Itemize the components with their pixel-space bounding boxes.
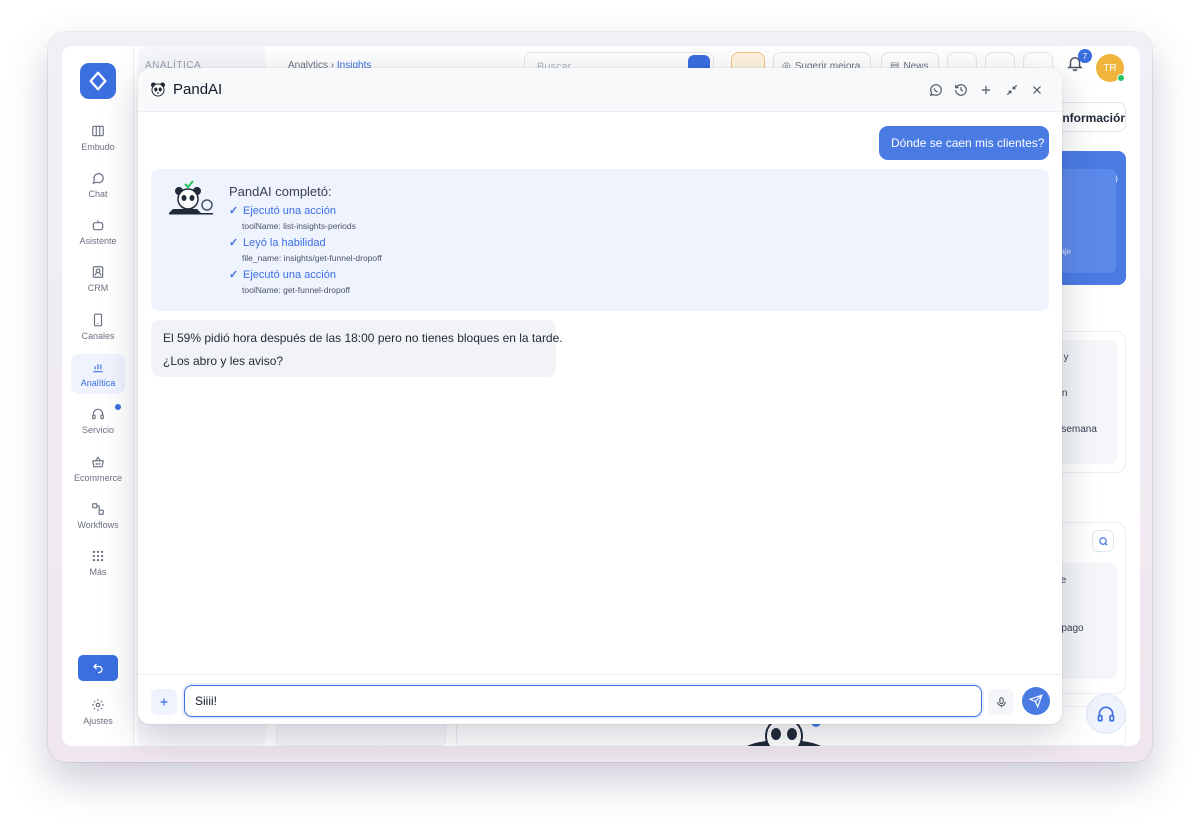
nav-label: Más: [89, 567, 107, 577]
bot-message-line: El 59% pidió hora después de las 18:00 p…: [163, 331, 563, 345]
close-button[interactable]: [1028, 81, 1046, 99]
nav-item-ajustes[interactable]: Ajustes: [71, 692, 125, 732]
attach-button[interactable]: [151, 689, 177, 715]
bot-message-line: ¿Los abro y les aviso?: [163, 354, 284, 368]
pandai-chat-window: PandAI Dónde se caen mis clientes? PandA…: [138, 68, 1062, 724]
info-button-label: Información: [1059, 111, 1126, 125]
nav-label: Chat: [88, 189, 108, 199]
basket-icon: [92, 456, 104, 468]
nav-item-chat[interactable]: Chat: [71, 165, 125, 205]
main-navigation: Embudo Chat Asistente CRM Canales Analít…: [62, 46, 134, 746]
headset-icon: [1097, 706, 1115, 722]
nav-item-ecommerce[interactable]: Ecommerce: [71, 449, 125, 489]
plus-icon: [160, 698, 168, 706]
gear-icon: [92, 699, 104, 711]
send-icon: [1029, 694, 1043, 708]
minimize-button[interactable]: [1003, 81, 1021, 99]
chat-bubble-icon: [92, 173, 104, 185]
workflow-icon: [92, 503, 104, 515]
insight-card: s, y ron a semana: [1052, 331, 1126, 473]
agent-activity-box: PandAI completó: ✓ Ejecutó una acción too…: [151, 169, 1049, 311]
logo-icon: [89, 71, 107, 91]
nav-item-workflows[interactable]: Workflows: [71, 496, 125, 536]
new-chat-button[interactable]: [977, 81, 995, 99]
nav-item-crm[interactable]: CRM: [71, 259, 125, 299]
bar-chart-icon: [93, 364, 103, 373]
history-icon: [955, 84, 967, 96]
agent-completed-title: PandAI completó:: [229, 184, 332, 199]
step-detail: toolName: get-funnel-dropoff: [242, 285, 351, 295]
message-composer: [138, 674, 1062, 724]
whatsapp-icon: [929, 84, 942, 97]
notification-dot: [115, 404, 121, 410]
microphone-icon: [996, 696, 1006, 707]
step-label: Ejecutó una acción: [243, 205, 336, 217]
nav-item-asistente[interactable]: Asistente: [71, 212, 125, 252]
notification-badge: 7: [1078, 49, 1092, 63]
chat-title: PandAI: [173, 81, 223, 98]
nav-label: Workflows: [77, 520, 119, 530]
whatsapp-button[interactable]: [927, 81, 945, 99]
nav-label: Servicio: [81, 425, 114, 435]
nav-label: Canales: [81, 331, 115, 341]
step-label: Ejecutó una acción: [243, 269, 336, 281]
plus-icon: [981, 85, 991, 95]
nav-item-mas[interactable]: Más: [71, 543, 125, 583]
nav-item-embudo[interactable]: Embudo: [71, 118, 125, 158]
back-button[interactable]: [78, 655, 118, 681]
support-chat-button[interactable]: [1086, 694, 1126, 734]
contact-card-icon: [92, 266, 104, 278]
panda-working-icon: [169, 180, 213, 215]
step-detail: file_name: insights/get-funnel-dropoff: [242, 253, 382, 263]
send-button[interactable]: [1022, 687, 1050, 715]
bot-message-bubble: El 59% pidió hora después de las 18:00 p…: [151, 320, 563, 377]
user-avatar[interactable]: TR: [1096, 54, 1125, 82]
nav-item-analitica[interactable]: Analítica: [71, 354, 125, 394]
agent-step: ✓ Ejecutó una acción: [229, 268, 336, 281]
chat-header: PandAI: [138, 68, 1062, 112]
step-label: Leyó la habilidad: [243, 237, 326, 249]
nav-label: CRM: [87, 283, 109, 293]
nav-label: Ajustes: [83, 716, 113, 726]
headset-icon: [92, 408, 104, 420]
nav-label: Analítica: [80, 378, 116, 388]
agent-step: ✓ Ejecutó una acción: [229, 204, 336, 217]
history-button[interactable]: [952, 81, 970, 99]
robot-icon: [92, 220, 104, 231]
voice-button[interactable]: [988, 689, 1014, 715]
user-message-bubble: Dónde se caen mis clientes?: [879, 126, 1049, 160]
check-icon: ✓: [229, 237, 239, 249]
search-icon: [1098, 536, 1108, 546]
app-logo[interactable]: [80, 63, 116, 99]
grid-dots-icon: [92, 550, 104, 562]
phone-icon: [93, 313, 103, 327]
message-input[interactable]: [184, 685, 982, 717]
nav-item-servicio[interactable]: Servicio: [71, 401, 125, 441]
check-icon: ✓: [229, 205, 239, 217]
agent-step: ✓ Leyó la habilidad: [229, 236, 326, 249]
step-detail: toolName: list-insights-periods: [242, 221, 356, 231]
close-icon: [1033, 86, 1041, 94]
nav-label: Ecommerce: [73, 473, 122, 483]
nav-label: Embudo: [81, 142, 115, 152]
nav-item-canales[interactable]: Canales: [71, 307, 125, 347]
undo-icon: [93, 663, 103, 674]
list-card: ble o e pago: [1052, 522, 1126, 694]
check-icon: ✓: [229, 269, 239, 281]
collapse-icon: [1006, 84, 1018, 96]
blue-card-inner: [1058, 169, 1116, 273]
online-status-dot: [1117, 74, 1125, 82]
nav-label: Asistente: [79, 236, 117, 246]
columns-icon: [92, 125, 104, 137]
panda-icon: [151, 82, 165, 97]
avatar-initials: TR: [1103, 62, 1117, 74]
blue-summary-card: nsaje: [1052, 151, 1126, 285]
card-search-button[interactable]: [1092, 530, 1114, 552]
